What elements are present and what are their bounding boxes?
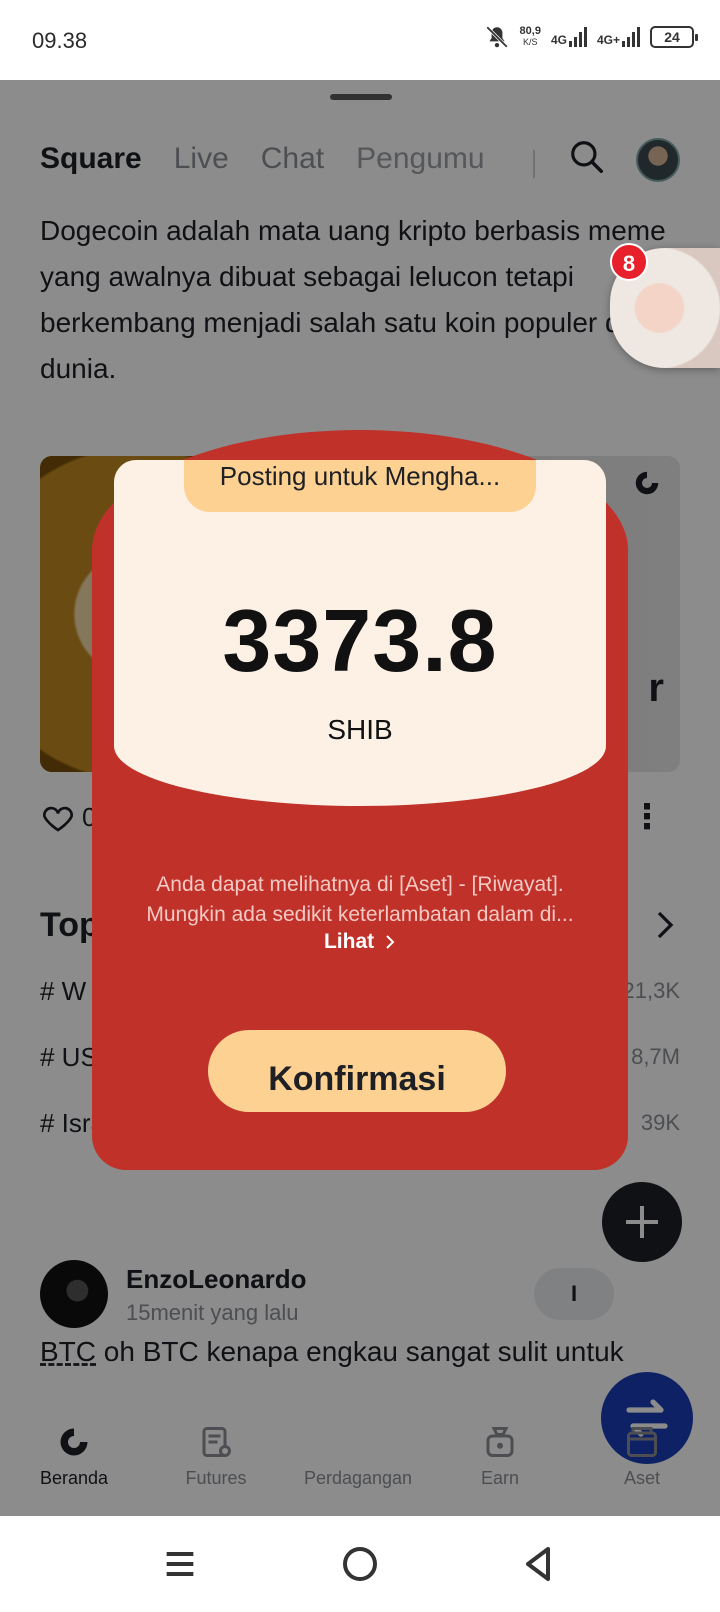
signal-icon: 4G: [551, 27, 587, 47]
view-link[interactable]: Lihat: [92, 930, 628, 954]
reward-header: Posting untuk Mengha...: [184, 460, 536, 512]
chevron-right-icon: [386, 935, 395, 949]
status-icons: 80,9 K/S 4G 4G+ 24: [484, 24, 698, 50]
confirm-button[interactable]: Konfirmasi: [208, 1030, 506, 1112]
reward-card: Posting untuk Mengha... 3373.8 SHIB: [114, 460, 606, 806]
signal-icon-2: 4G+: [597, 27, 640, 47]
reward-note: Anda dapat melihatnya di [Aset] - [Riway…: [146, 873, 574, 926]
bell-muted-icon: [485, 26, 508, 48]
reward-unit: SHIB: [327, 714, 393, 745]
reward-amount: 3373.8: [222, 591, 498, 690]
menu-icon[interactable]: [160, 1544, 200, 1584]
system-nav-bar: [0, 1516, 720, 1612]
back-icon[interactable]: [518, 1544, 558, 1584]
network-speed: 80,9 K/S: [519, 25, 541, 48]
battery-icon: 24: [650, 26, 698, 48]
unread-badge: 8: [610, 243, 648, 281]
status-bar: 09.38 80,9 K/S 4G 4G+ 24: [0, 0, 720, 80]
home-circle-icon[interactable]: [340, 1544, 380, 1584]
reward-modal: Posting untuk Mengha... 3373.8 SHIB Anda…: [92, 430, 628, 1170]
status-time: 09.38: [32, 28, 88, 53]
